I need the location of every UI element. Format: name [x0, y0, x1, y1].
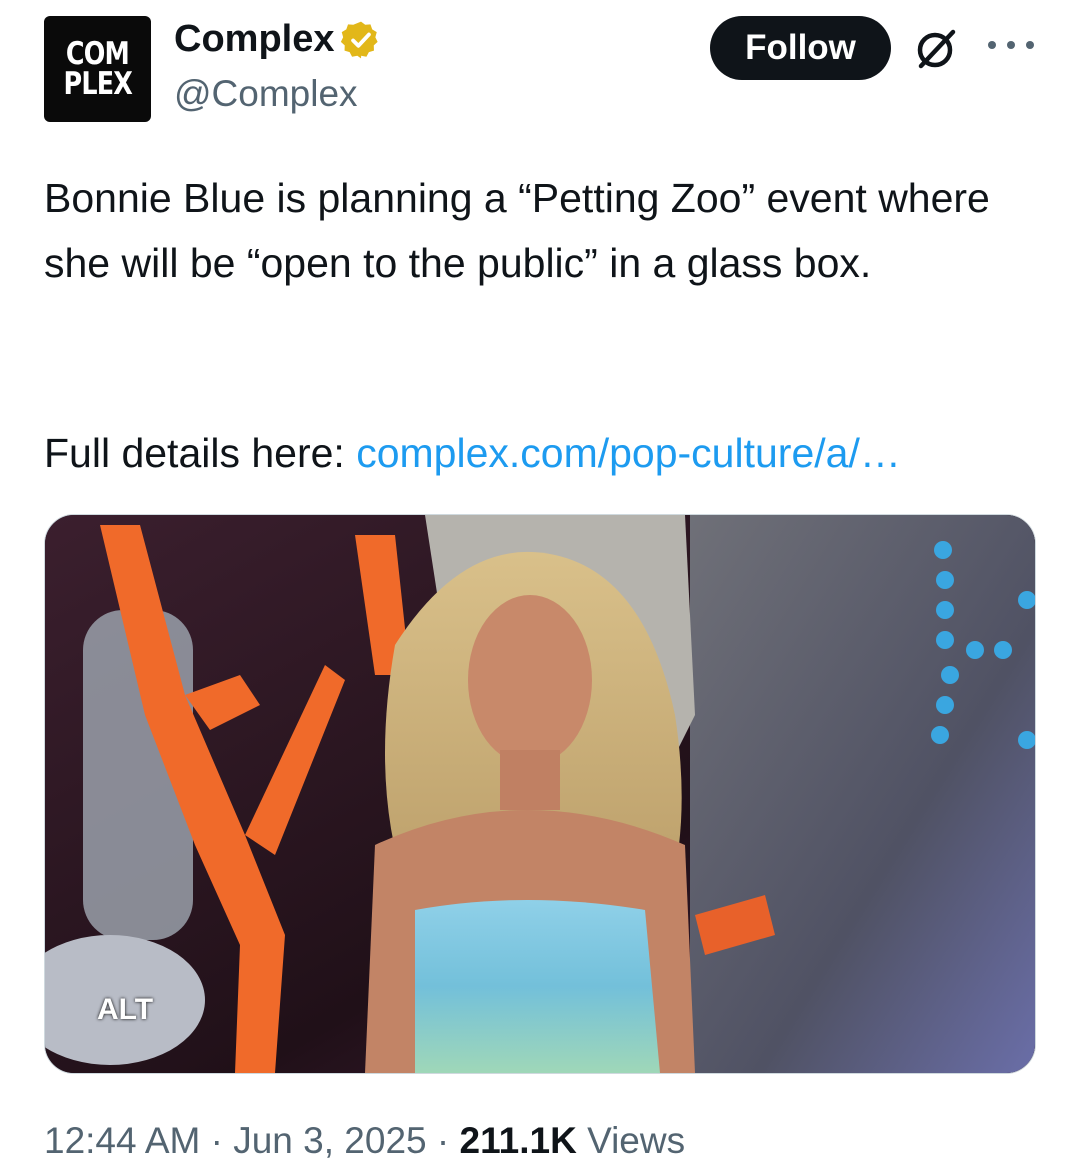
views-label: Views — [576, 1120, 686, 1161]
alt-text-button[interactable]: ALT — [97, 993, 153, 1027]
author-handle[interactable]: @Complex — [174, 73, 358, 115]
views-count: 211.1K — [459, 1120, 577, 1161]
tweet-date[interactable]: Jun 3, 2025 — [233, 1120, 426, 1161]
author-name[interactable]: Complex — [174, 18, 334, 61]
more-dot — [1026, 41, 1034, 49]
tweet-photo[interactable]: ALT — [44, 514, 1036, 1074]
more-dot — [988, 41, 996, 49]
avatar[interactable]: COM PLEX — [44, 16, 151, 122]
grok-icon[interactable] — [913, 26, 959, 72]
meta-separator: · — [426, 1120, 460, 1161]
more-dot — [1007, 41, 1015, 49]
author-name-row[interactable]: Complex — [174, 18, 382, 61]
verified-badge-icon — [341, 21, 379, 58]
article-link[interactable]: complex.com/pop-culture/a/… — [356, 430, 901, 476]
tweet-details-line: Full details here: complex.com/pop-cultu… — [44, 421, 901, 486]
tweet-text: Bonnie Blue is planning a “Petting Zoo” … — [44, 175, 990, 286]
avatar-line-2: PLEX — [63, 66, 132, 102]
tweet-time[interactable]: 12:44 AM — [44, 1120, 200, 1161]
tweet-meta: 12:44 AM · Jun 3, 2025 · 211.1K Views — [44, 1120, 685, 1162]
photo-illustration — [45, 515, 1035, 1073]
more-icon[interactable] — [988, 30, 1034, 60]
meta-separator: · — [200, 1120, 234, 1161]
follow-button[interactable]: Follow — [710, 16, 891, 80]
avatar-line-1: COM — [65, 36, 130, 72]
details-label: Full details here: — [44, 430, 357, 476]
